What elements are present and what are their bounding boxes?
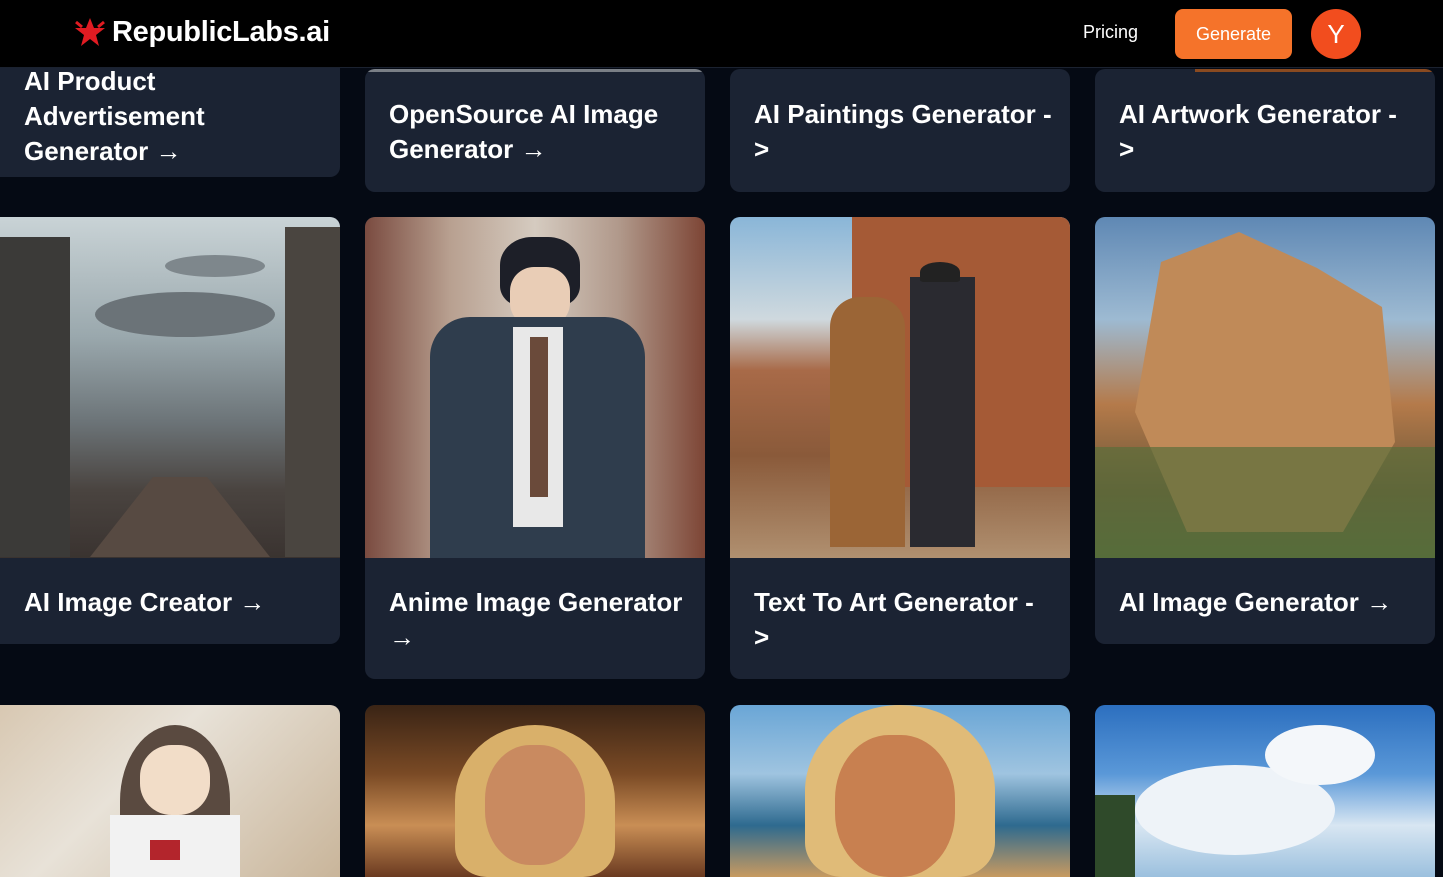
face-shape [140, 745, 210, 815]
card-title: Text To Art Generator - > [754, 587, 1034, 652]
card-opensource-ai-image[interactable]: OpenSource AI Image Generator → [365, 69, 705, 192]
image-edge [1195, 69, 1435, 72]
user-avatar[interactable]: Y [1311, 9, 1361, 59]
image-edge [365, 69, 705, 72]
hat-shape [920, 262, 960, 282]
anime-character-image [365, 217, 705, 558]
spaceship-shape [165, 255, 265, 277]
spaceship-shape [95, 292, 275, 337]
palm-shape [1095, 795, 1135, 877]
logo-text: RepublicLabs.ai [112, 15, 330, 48]
generate-button[interactable]: Generate [1175, 9, 1292, 59]
tower-shape [285, 227, 340, 557]
card-woman-beach[interactable] [730, 705, 1070, 877]
suit-shape [910, 277, 975, 547]
tie-shape [530, 337, 548, 497]
card-title: AI Image Generator → [1119, 587, 1393, 617]
card-sky-palm[interactable] [1095, 705, 1435, 877]
sky-palm-image [1095, 705, 1435, 877]
logo[interactable]: RepublicLabs.ai [72, 14, 330, 50]
card-title: AI Paintings Generator - > [754, 99, 1052, 164]
card-ai-image-creator[interactable]: AI Image Creator → [0, 217, 340, 644]
futuristic-city-image [0, 217, 340, 558]
card-title: AI Artwork Generator - > [1119, 99, 1397, 164]
trees-shape [1095, 447, 1435, 558]
card-ai-paintings[interactable]: AI Paintings Generator - > [730, 69, 1070, 192]
card-ai-image-generator[interactable]: AI Image Generator → [1095, 217, 1435, 644]
card-woman-bar[interactable] [365, 705, 705, 877]
modular-building-image [1095, 217, 1435, 558]
top-navbar: RepublicLabs.ai Pricing Generate Y [0, 0, 1443, 68]
cloud-shape [1265, 725, 1375, 785]
card-text-to-art-generator[interactable]: Text To Art Generator - > [730, 217, 1070, 679]
bow-shape [150, 840, 180, 860]
woman-beach-image [730, 705, 1070, 877]
card-anime-image-generator[interactable]: Anime Image Generator → [365, 217, 705, 679]
card-title: OpenSource AI Image Generator → [389, 99, 659, 164]
card-title: Anime Image Generator → [389, 587, 683, 652]
western-couple-image [730, 217, 1070, 558]
card-title: AI Image Creator → [24, 587, 266, 617]
face-shape [485, 745, 585, 865]
tower-shape [0, 237, 70, 557]
face-shape [835, 735, 955, 877]
dress-shape [830, 297, 905, 547]
republic-star-icon [75, 18, 105, 46]
card-anime-girl[interactable] [0, 705, 340, 877]
woman-bar-image [365, 705, 705, 877]
anime-girl-image [0, 705, 340, 877]
card-ai-artwork[interactable]: AI Artwork Generator - > [1095, 69, 1435, 192]
road-shape [90, 477, 270, 557]
card-title: AI Product Advertisement Generator → [24, 66, 205, 166]
pricing-link[interactable]: Pricing [1083, 22, 1138, 43]
